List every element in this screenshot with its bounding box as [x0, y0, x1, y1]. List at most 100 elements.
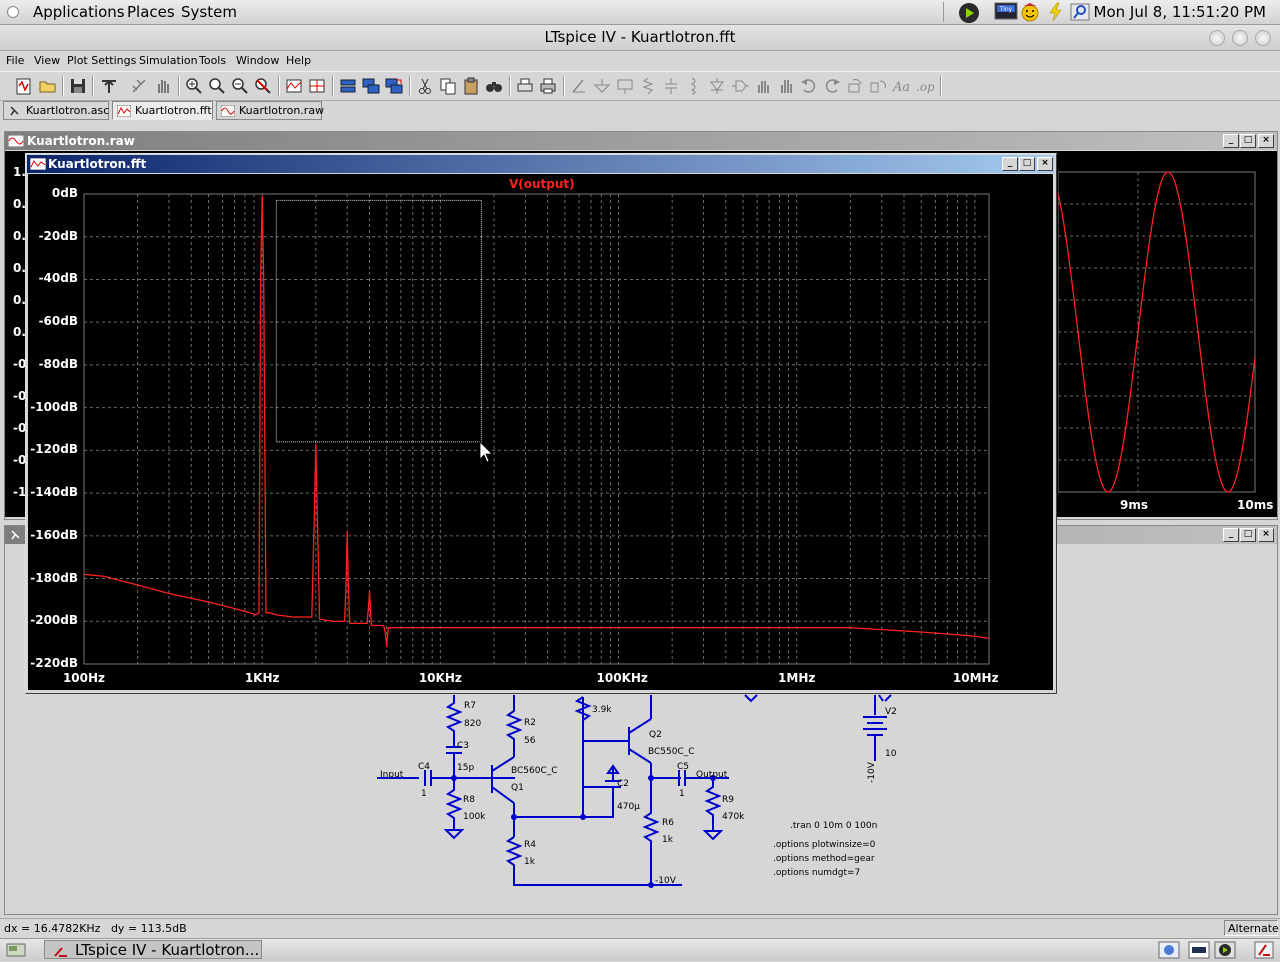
raw-plot[interactable]: [1058, 151, 1277, 517]
fft-window[interactable]: Kuartlotron.fft _ □ × V(output) 0dB -20dB…: [25, 153, 1057, 694]
media-icon[interactable]: [1214, 941, 1236, 962]
play-icon[interactable]: [958, 2, 979, 23]
toolbar-separator: [178, 76, 180, 96]
restore-button[interactable]: □: [1019, 157, 1035, 171]
fft-plot-area[interactable]: V(output) 0dB -20dB -40dB -60dB -80dB -100dB -…: [28, 174, 1053, 690]
spice-directive[interactable]: .options numdgt=7: [773, 868, 860, 878]
restore-button[interactable]: □: [1240, 528, 1256, 542]
zoom-fit-icon[interactable]: [253, 76, 273, 96]
menu-plot-settings[interactable]: Plot Settings: [67, 54, 136, 67]
network-icon[interactable]: [1158, 941, 1180, 962]
show-desktop-icon[interactable]: [6, 942, 26, 961]
toolbar-separator: [62, 76, 64, 96]
smiley-icon[interactable]: [1020, 2, 1040, 22]
capacitor-icon[interactable]: [661, 76, 681, 96]
tile-icon[interactable]: [361, 76, 381, 96]
zoom-in-icon[interactable]: [184, 76, 204, 96]
menu-file[interactable]: File: [6, 54, 24, 67]
minimize-button[interactable]: _: [1223, 528, 1239, 542]
r2-name: R2: [524, 718, 536, 728]
control-panel-icon[interactable]: [99, 76, 119, 96]
c3-name: C3: [457, 741, 469, 751]
close-button[interactable]: ×: [1037, 157, 1053, 171]
menu-tools[interactable]: Tools: [199, 54, 226, 67]
search-icon[interactable]: [1070, 2, 1090, 22]
spice-directive[interactable]: .options plotwinsize=0: [773, 840, 876, 850]
menu-simulation[interactable]: Simulation: [139, 54, 198, 67]
close-button[interactable]: ×: [1258, 134, 1274, 148]
resistor-icon[interactable]: [638, 76, 658, 96]
close-button[interactable]: [1255, 30, 1271, 46]
save-icon[interactable]: [68, 76, 88, 96]
menu-view[interactable]: View: [34, 54, 60, 67]
inductor-icon[interactable]: [684, 76, 704, 96]
cut-icon[interactable]: [415, 76, 435, 96]
zoom-out-icon[interactable]: [230, 76, 250, 96]
rotate-icon[interactable]: [845, 76, 865, 96]
move-icon[interactable]: [753, 76, 773, 96]
mirror-icon[interactable]: [868, 76, 888, 96]
drag-icon[interactable]: [776, 76, 796, 96]
copy-icon[interactable]: [438, 76, 458, 96]
autorange-icon[interactable]: [284, 76, 304, 96]
raw-window-titlebar[interactable]: Kuartlotron.raw _ □ ×: [5, 132, 1277, 150]
taskbar-ltspice-button[interactable]: LTspice IV - Kuartlotron...: [44, 940, 262, 959]
places-menu[interactable]: Places: [127, 3, 175, 21]
panel-logo-icon[interactable]: [7, 6, 19, 18]
ground-icon[interactable]: [592, 76, 612, 96]
wire-icon[interactable]: [569, 76, 589, 96]
spice-directive[interactable]: .options method=gear: [773, 854, 875, 864]
lightning-icon[interactable]: [1046, 2, 1066, 22]
autorange-icon[interactable]: [307, 76, 327, 96]
r4-value: 1k: [524, 857, 536, 867]
component-icon[interactable]: [730, 76, 750, 96]
tab-fft[interactable]: Kuartlotron.fft: [112, 101, 213, 120]
toolbar-separator: [509, 76, 511, 96]
redo-icon[interactable]: [822, 76, 842, 96]
text-icon[interactable]: Aa: [891, 76, 911, 96]
spice-directive-icon[interactable]: .op: [914, 76, 935, 96]
restore-button[interactable]: □: [1240, 134, 1256, 148]
new-schematic-icon[interactable]: [14, 76, 34, 96]
c4-name: C4: [418, 762, 430, 772]
fft-plot[interactable]: [28, 174, 1053, 690]
window-titlebar: LTspice IV - Kuartlotron.fft: [0, 25, 1280, 51]
find-icon[interactable]: [484, 76, 504, 96]
menu-help[interactable]: Help: [286, 54, 311, 67]
run-icon[interactable]: [129, 76, 149, 96]
undo-icon[interactable]: [799, 76, 819, 96]
diode-icon[interactable]: [707, 76, 727, 96]
display-icon[interactable]: [1188, 941, 1210, 962]
label-icon[interactable]: [615, 76, 635, 96]
fft-window-title: Kuartlotron.fft: [48, 157, 147, 171]
maximize-button[interactable]: [1232, 30, 1248, 46]
zoom-area-icon[interactable]: [207, 76, 227, 96]
minimize-button[interactable]: [1209, 30, 1225, 46]
open-icon[interactable]: [38, 76, 58, 96]
applications-menu[interactable]: Applications: [33, 3, 125, 21]
tile-vertical-icon[interactable]: [384, 76, 404, 96]
tab-raw[interactable]: Kuartlotron.raw: [216, 101, 324, 120]
svg-text:Aa: Aa: [892, 80, 910, 95]
print-setup-icon[interactable]: [515, 76, 535, 96]
minimize-button[interactable]: _: [1223, 134, 1239, 148]
minimize-button[interactable]: _: [1002, 157, 1018, 171]
fft-window-titlebar[interactable]: Kuartlotron.fft _ □ ×: [27, 155, 1054, 173]
r4-name: R4: [524, 840, 536, 850]
panel-clock[interactable]: Mon Jul 8, 11:51:20 PM: [1094, 3, 1266, 21]
monitor-icon[interactable]: Tiny: [994, 2, 1018, 22]
halt-icon[interactable]: [153, 76, 173, 96]
print-icon[interactable]: [538, 76, 558, 96]
mouse-cursor-icon: [479, 441, 493, 463]
menu-window[interactable]: Window: [236, 54, 279, 67]
v2-name: V2: [885, 707, 897, 717]
system-menu[interactable]: System: [181, 3, 237, 21]
paste-icon[interactable]: [461, 76, 481, 96]
tab-schematic[interactable]: Kuartlotron.asc: [3, 101, 109, 120]
r9-name: R9: [722, 795, 734, 805]
cascade-icon[interactable]: [338, 76, 358, 96]
spice-directive[interactable]: .tran 0 10m 0 100n: [790, 821, 877, 831]
ltspice-tray-icon[interactable]: [1254, 941, 1274, 962]
close-button[interactable]: ×: [1258, 528, 1274, 542]
tab-label: Kuartlotron.asc: [26, 104, 110, 117]
